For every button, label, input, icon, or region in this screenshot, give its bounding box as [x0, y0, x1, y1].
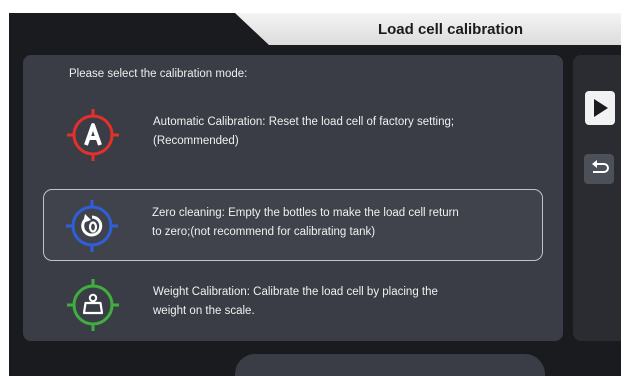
bottom-tab: [235, 354, 545, 376]
option-weight-calibration[interactable]: Weight Calibration: Calibrate the load c…: [45, 269, 541, 339]
return-icon: [592, 160, 609, 173]
zero-reset-target-icon: [66, 200, 118, 252]
calibration-mode-panel: Please select the calibration mode: Auto…: [23, 55, 563, 341]
page-title: Load cell calibration: [235, 13, 553, 45]
mode-prompt: Please select the calibration mode:: [69, 68, 248, 80]
calibration-screen: Load cell calibration Please select the …: [9, 13, 621, 376]
next-button[interactable]: [585, 91, 615, 125]
option-weight-text: Weight Calibration: Calibrate the load c…: [153, 286, 438, 317]
option-zero-cleaning-text: Zero cleaning: Empty the bottles to make…: [152, 207, 459, 238]
option-automatic-text: Automatic Calibration: Reset the load ce…: [153, 116, 455, 147]
play-icon: [594, 99, 608, 117]
letter-a-target-icon: [67, 109, 119, 161]
back-button[interactable]: [584, 154, 614, 184]
option-zero-cleaning[interactable]: Zero cleaning: Empty the bottles to make…: [43, 189, 543, 261]
option-automatic-calibration[interactable]: Automatic Calibration: Reset the load ce…: [45, 99, 541, 169]
page-title-text: Load cell calibration: [377, 21, 523, 38]
action-sidebar: [573, 55, 621, 341]
weight-target-icon: [67, 279, 119, 331]
